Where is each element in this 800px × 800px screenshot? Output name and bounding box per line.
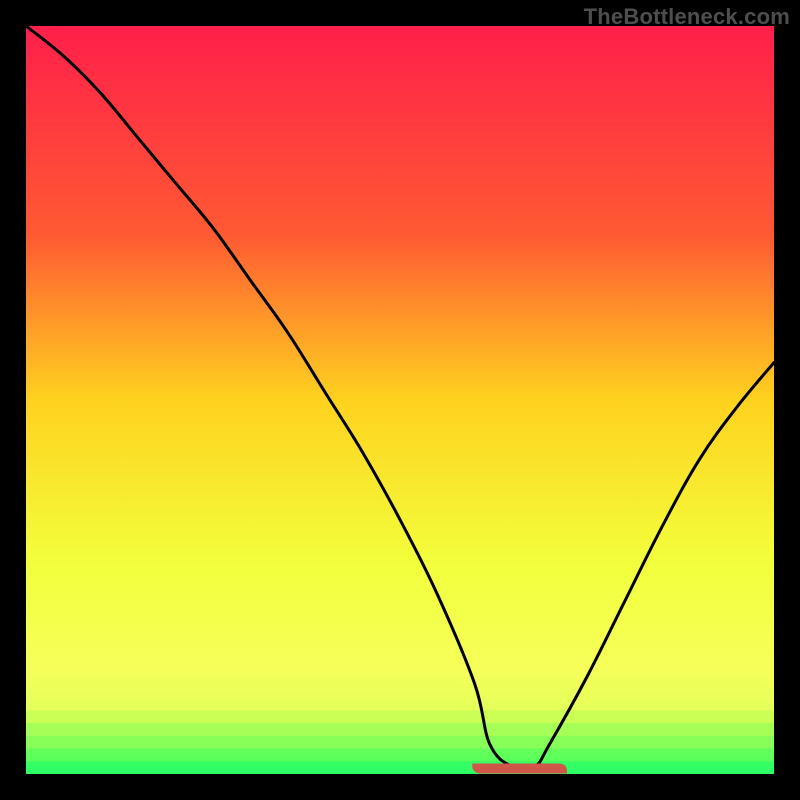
lower-banding <box>26 710 774 774</box>
bottleneck-chart <box>0 0 800 800</box>
chart-frame: TheBottleneck.com <box>0 0 800 800</box>
watermark-text: TheBottleneck.com <box>584 4 790 30</box>
optimal-zone-marker <box>475 766 565 771</box>
